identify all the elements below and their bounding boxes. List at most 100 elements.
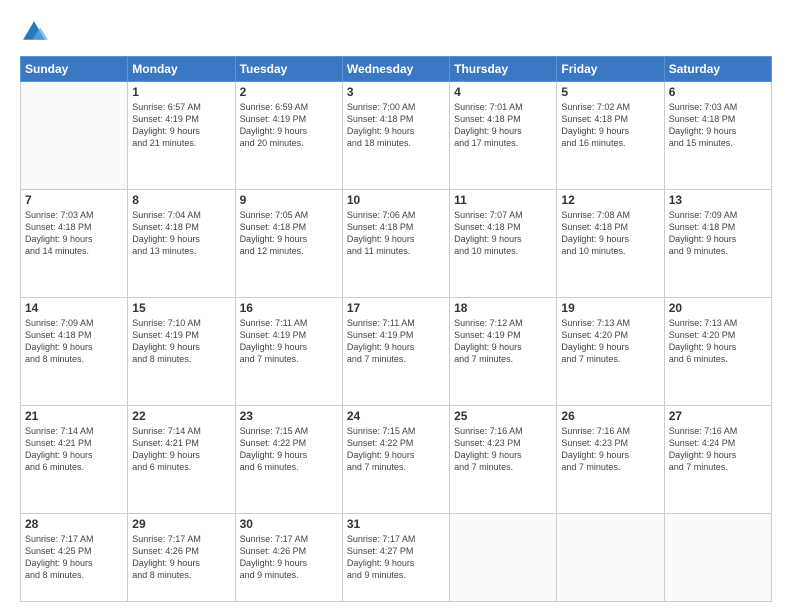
day-number: 19: [561, 301, 659, 315]
calendar-cell: 1 Sunrise: 6:57 AM Sunset: 4:19 PM Daylig…: [128, 82, 235, 190]
cell-info: Sunrise: 7:03 AM Sunset: 4:18 PM Dayligh…: [669, 101, 767, 150]
calendar-cell: 31 Sunrise: 7:17 AM Sunset: 4:27 PM Dayli…: [342, 513, 449, 601]
calendar-cell: [21, 82, 128, 190]
calendar-cell: 12 Sunrise: 7:08 AM Sunset: 4:18 PM Dayli…: [557, 189, 664, 297]
day-number: 26: [561, 409, 659, 423]
calendar-cell: 25 Sunrise: 7:16 AM Sunset: 4:23 PM Dayli…: [450, 405, 557, 513]
day-number: 2: [240, 85, 338, 99]
calendar-table: SundayMondayTuesdayWednesdayThursdayFrid…: [20, 56, 772, 602]
calendar-cell: 23Sunrise: 7:15 AM Sunset: 4:22 PM Dayli…: [235, 405, 342, 513]
calendar-cell: 22 Sunrise: 7:14 AM Sunset: 4:21 PM Dayli…: [128, 405, 235, 513]
calendar-cell: 5 Sunrise: 7:02 AM Sunset: 4:18 PM Daylig…: [557, 82, 664, 190]
cell-info: Sunrise: 7:04 AM Sunset: 4:18 PM Dayligh…: [132, 209, 230, 258]
cell-info: Sunrise: 7:15 AM Sunset: 4:22 PM Dayligh…: [347, 425, 445, 474]
cell-info: Sunrise: 7:17 AM Sunset: 4:27 PM Dayligh…: [347, 533, 445, 582]
day-number: 25: [454, 409, 552, 423]
logo: [20, 18, 52, 46]
day-number: 29: [132, 517, 230, 531]
day-number: 11: [454, 193, 552, 207]
calendar-cell: [557, 513, 664, 601]
calendar-cell: 4 Sunrise: 7:01 AM Sunset: 4:18 PM Daylig…: [450, 82, 557, 190]
calendar-cell: 15 Sunrise: 7:10 AM Sunset: 4:19 PM Dayli…: [128, 297, 235, 405]
calendar-cell: 26 Sunrise: 7:16 AM Sunset: 4:23 PM Dayli…: [557, 405, 664, 513]
day-number: 4: [454, 85, 552, 99]
cell-info: Sunrise: 7:13 AM Sunset: 4:20 PM Dayligh…: [561, 317, 659, 366]
cell-info: Sunrise: 7:02 AM Sunset: 4:18 PM Dayligh…: [561, 101, 659, 150]
calendar-cell: [450, 513, 557, 601]
day-number: 7: [25, 193, 123, 207]
col-header-saturday: Saturday: [664, 57, 771, 82]
day-number: 13: [669, 193, 767, 207]
cell-info: Sunrise: 7:08 AM Sunset: 4:18 PM Dayligh…: [561, 209, 659, 258]
calendar-header-row: SundayMondayTuesdayWednesdayThursdayFrid…: [21, 57, 772, 82]
cell-info: Sunrise: 7:13 AM Sunset: 4:20 PM Dayligh…: [669, 317, 767, 366]
cell-info: Sunrise: 7:17 AM Sunset: 4:26 PM Dayligh…: [240, 533, 338, 582]
cell-info: Sunrise: 7:16 AM Sunset: 4:23 PM Dayligh…: [561, 425, 659, 474]
cell-info: Sunrise: 7:14 AM Sunset: 4:21 PM Dayligh…: [132, 425, 230, 474]
cell-info: Sunrise: 7:16 AM Sunset: 4:23 PM Dayligh…: [454, 425, 552, 474]
calendar-cell: 6 Sunrise: 7:03 AM Sunset: 4:18 PM Daylig…: [664, 82, 771, 190]
calendar-cell: 7 Sunrise: 7:03 AM Sunset: 4:18 PM Daylig…: [21, 189, 128, 297]
col-header-thursday: Thursday: [450, 57, 557, 82]
cell-info: Sunrise: 7:00 AM Sunset: 4:18 PM Dayligh…: [347, 101, 445, 150]
calendar-cell: 19 Sunrise: 7:13 AM Sunset: 4:20 PM Dayli…: [557, 297, 664, 405]
day-number: 20: [669, 301, 767, 315]
day-number: 17: [347, 301, 445, 315]
day-number: 28: [25, 517, 123, 531]
day-number: 24: [347, 409, 445, 423]
cell-info: Sunrise: 7:01 AM Sunset: 4:18 PM Dayligh…: [454, 101, 552, 150]
cell-info: Sunrise: 7:17 AM Sunset: 4:25 PM Dayligh…: [25, 533, 123, 582]
day-number: 18: [454, 301, 552, 315]
day-number: 5: [561, 85, 659, 99]
day-number: 22: [132, 409, 230, 423]
col-header-friday: Friday: [557, 57, 664, 82]
calendar-cell: 27Sunrise: 7:16 AM Sunset: 4:24 PM Dayli…: [664, 405, 771, 513]
cell-info: Sunrise: 7:14 AM Sunset: 4:21 PM Dayligh…: [25, 425, 123, 474]
cell-info: Sunrise: 7:03 AM Sunset: 4:18 PM Dayligh…: [25, 209, 123, 258]
cell-info: Sunrise: 7:07 AM Sunset: 4:18 PM Dayligh…: [454, 209, 552, 258]
cell-info: Sunrise: 7:12 AM Sunset: 4:19 PM Dayligh…: [454, 317, 552, 366]
cell-info: Sunrise: 7:09 AM Sunset: 4:18 PM Dayligh…: [669, 209, 767, 258]
week-row-4: 28 Sunrise: 7:17 AM Sunset: 4:25 PM Dayli…: [21, 513, 772, 601]
cell-info: Sunrise: 7:17 AM Sunset: 4:26 PM Dayligh…: [132, 533, 230, 582]
calendar-cell: 24 Sunrise: 7:15 AM Sunset: 4:22 PM Dayli…: [342, 405, 449, 513]
header: [20, 18, 772, 46]
cell-info: Sunrise: 7:11 AM Sunset: 4:19 PM Dayligh…: [347, 317, 445, 366]
col-header-wednesday: Wednesday: [342, 57, 449, 82]
calendar-cell: 29 Sunrise: 7:17 AM Sunset: 4:26 PM Dayli…: [128, 513, 235, 601]
day-number: 10: [347, 193, 445, 207]
cell-info: Sunrise: 7:11 AM Sunset: 4:19 PM Dayligh…: [240, 317, 338, 366]
calendar-cell: 17 Sunrise: 7:11 AM Sunset: 4:19 PM Dayli…: [342, 297, 449, 405]
day-number: 1: [132, 85, 230, 99]
day-number: 16: [240, 301, 338, 315]
cell-info: Sunrise: 7:10 AM Sunset: 4:19 PM Dayligh…: [132, 317, 230, 366]
page: SundayMondayTuesdayWednesdayThursdayFrid…: [0, 0, 792, 612]
calendar-cell: 30 Sunrise: 7:17 AM Sunset: 4:26 PM Dayli…: [235, 513, 342, 601]
calendar-cell: 21 Sunrise: 7:14 AM Sunset: 4:21 PM Dayli…: [21, 405, 128, 513]
day-number: 21: [25, 409, 123, 423]
col-header-monday: Monday: [128, 57, 235, 82]
day-number: 30: [240, 517, 338, 531]
calendar-cell: 8Sunrise: 7:04 AM Sunset: 4:18 PM Daylig…: [128, 189, 235, 297]
cell-info: Sunrise: 7:06 AM Sunset: 4:18 PM Dayligh…: [347, 209, 445, 258]
day-number: 12: [561, 193, 659, 207]
calendar-cell: 9Sunrise: 7:05 AM Sunset: 4:18 PM Daylig…: [235, 189, 342, 297]
day-number: 14: [25, 301, 123, 315]
cell-info: Sunrise: 7:16 AM Sunset: 4:24 PM Dayligh…: [669, 425, 767, 474]
logo-icon: [20, 18, 48, 46]
day-number: 15: [132, 301, 230, 315]
day-number: 9: [240, 193, 338, 207]
calendar-cell: 11 Sunrise: 7:07 AM Sunset: 4:18 PM Dayli…: [450, 189, 557, 297]
week-row-3: 21 Sunrise: 7:14 AM Sunset: 4:21 PM Dayli…: [21, 405, 772, 513]
cell-info: Sunrise: 6:57 AM Sunset: 4:19 PM Dayligh…: [132, 101, 230, 150]
day-number: 31: [347, 517, 445, 531]
calendar-cell: 10 Sunrise: 7:06 AM Sunset: 4:18 PM Dayli…: [342, 189, 449, 297]
cell-info: Sunrise: 7:09 AM Sunset: 4:18 PM Dayligh…: [25, 317, 123, 366]
calendar-cell: [664, 513, 771, 601]
calendar-cell: 20 Sunrise: 7:13 AM Sunset: 4:20 PM Dayli…: [664, 297, 771, 405]
week-row-0: 1 Sunrise: 6:57 AM Sunset: 4:19 PM Daylig…: [21, 82, 772, 190]
day-number: 6: [669, 85, 767, 99]
calendar-cell: 2 Sunrise: 6:59 AM Sunset: 4:19 PM Daylig…: [235, 82, 342, 190]
calendar-cell: 14 Sunrise: 7:09 AM Sunset: 4:18 PM Dayli…: [21, 297, 128, 405]
cell-info: Sunrise: 6:59 AM Sunset: 4:19 PM Dayligh…: [240, 101, 338, 150]
